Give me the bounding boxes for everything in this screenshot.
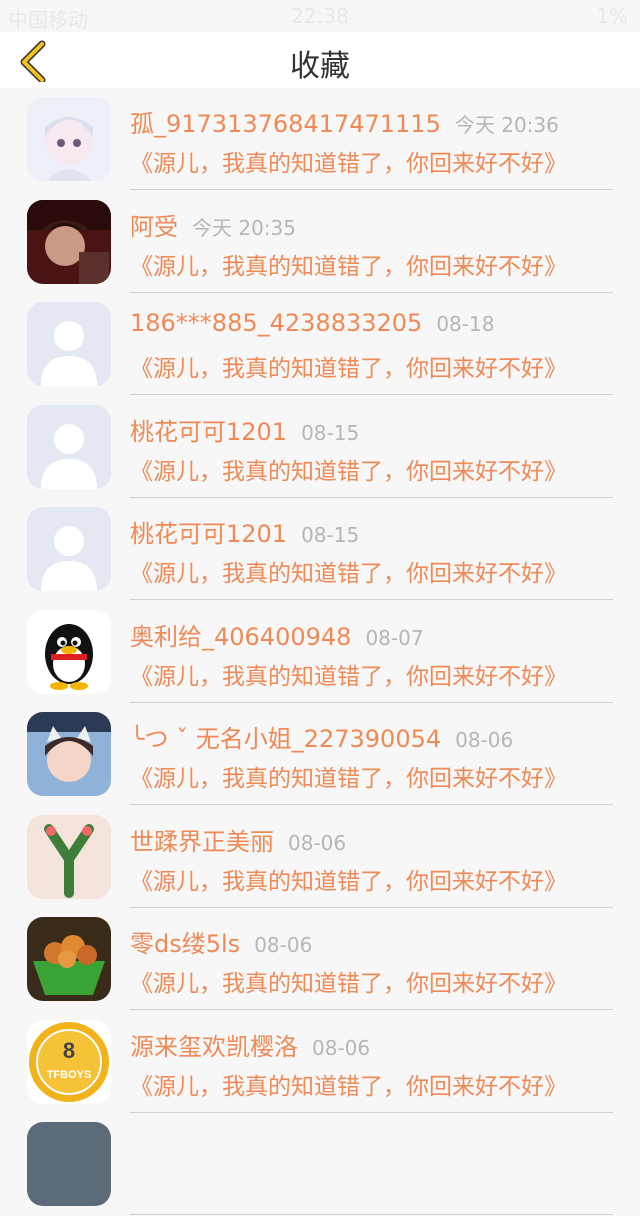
list-item-header: 桃花可可1201 08-15	[130, 412, 359, 447]
list-item-info: 零ds缕5ls 08-06 《源儿，我真的知道错了，你回来好不好》	[130, 908, 613, 1010]
status-time: 22:38	[291, 4, 349, 28]
list-item-header: 阿受 今天 20:35	[130, 207, 296, 242]
story-title[interactable]: 《源儿，我真的知道错了，你回来好不好》	[130, 657, 567, 691]
food-bowl-avatar[interactable]	[27, 917, 111, 1001]
timestamp: 08-15	[301, 523, 360, 547]
story-title[interactable]: 《源儿，我真的知道错了，你回来好不好》	[130, 144, 567, 178]
letter-y-avatar[interactable]	[27, 814, 111, 899]
story-title[interactable]: 《源儿，我真的知道错了，你回来好不好》	[130, 452, 567, 486]
story-title[interactable]: 《源儿，我真的知道错了，你回来好不好》	[130, 247, 567, 281]
list-item-info: 阿受 今天 20:35 《源儿，我真的知道错了，你回来好不好》	[130, 191, 613, 293]
list-item[interactable]: 孤_917313768417471115 今天 20:36 《源儿，我真的知道错了…	[0, 88, 640, 191]
list-item-info	[130, 1113, 613, 1215]
list-item-info: 奥利给_406400948 08-07 《源儿，我真的知道错了，你回来好不好》	[130, 601, 613, 703]
list-item-header: 孤_917313768417471115 今天 20:36	[130, 104, 559, 139]
list-item-info: 孤_917313768417471115 今天 20:36 《源儿，我真的知道错了…	[130, 88, 613, 190]
timestamp: 08-18	[436, 312, 495, 336]
cat-ear-boy-avatar[interactable]	[27, 712, 111, 796]
timestamp: 08-06	[254, 933, 313, 957]
user-name[interactable]: 源来玺欢凯樱洛	[130, 1033, 298, 1061]
list-item[interactable]	[0, 1113, 640, 1216]
list-item-header: ╰つ ˇ 无名小姐_227390054 08-06	[130, 719, 513, 754]
svg-text:TFBOYS: TFBOYS	[47, 1069, 92, 1081]
tfboys-badge-avatar[interactable]: 8 TFBOYS	[27, 1019, 111, 1104]
timestamp: 今天 20:36	[454, 113, 559, 137]
list-item[interactable]: 桃花可可1201 08-15 《源儿，我真的知道错了，你回来好不好》	[0, 396, 640, 499]
default-person-avatar[interactable]	[27, 404, 111, 489]
list-item-info: ╰つ ˇ 无名小姐_227390054 08-06 《源儿，我真的知道错了，你回来…	[130, 703, 613, 805]
anime-girl-avatar[interactable]	[27, 97, 111, 181]
timestamp: 08-06	[455, 728, 514, 752]
list-item-info: 桃花可可1201 08-15 《源儿，我真的知道错了，你回来好不好》	[130, 396, 613, 498]
list-item-header: 世蹂界正美丽 08-06	[130, 822, 346, 857]
list-item[interactable]: 186***885_4238833205 08-18 《源儿，我真的知道错了，你回…	[0, 293, 640, 396]
user-name[interactable]: 阿受	[130, 213, 178, 241]
list-item[interactable]: 阿受 今天 20:35 《源儿，我真的知道错了，你回来好不好》	[0, 191, 640, 294]
list-item-header	[130, 1129, 144, 1157]
list-item[interactable]: 8 TFBOYS 源来玺欢凯樱洛 08-06 《源儿，我真的知道错了，你回来好不好…	[0, 1011, 640, 1114]
user-name[interactable]: 奥利给_406400948	[130, 623, 351, 651]
default-person-avatar[interactable]	[27, 302, 111, 386]
page-title: 收藏	[290, 49, 350, 84]
timestamp: 08-15	[301, 420, 360, 445]
list-item[interactable]: 零ds缕5ls 08-06 《源儿，我真的知道错了，你回来好不好》	[0, 908, 640, 1011]
story-title[interactable]: 《源儿，我真的知道错了，你回来好不好》	[130, 759, 567, 793]
list-item[interactable]: 世蹂界正美丽 08-06 《源儿，我真的知道错了，你回来好不好》	[0, 806, 640, 909]
list-item-info: 桃花可可1201 08-15 《源儿，我真的知道错了，你回来好不好》	[130, 498, 613, 600]
list-item-header: 源来玺欢凯樱洛 08-06	[130, 1027, 370, 1062]
user-name[interactable]: 零ds缕5ls	[130, 930, 240, 958]
list-item[interactable]: 奥利给_406400948 08-07 《源儿，我真的知道错了，你回来好不好》	[0, 601, 640, 704]
list-item-header: 桃花可可1201 08-15	[130, 514, 359, 549]
user-name[interactable]: 桃花可可1201	[130, 418, 287, 446]
favorites-list: 孤_917313768417471115 今天 20:36 《源儿，我真的知道错了…	[0, 88, 640, 1216]
list-item-header: 186***885_4238833205 08-18	[130, 309, 494, 337]
user-name[interactable]: 孤_917313768417471115	[130, 110, 441, 138]
partial-avatar[interactable]	[27, 1122, 111, 1206]
timestamp: 今天 20:35	[192, 215, 296, 240]
default-person-avatar[interactable]	[27, 507, 111, 591]
user-name[interactable]: 桃花可可1201	[130, 520, 287, 548]
story-title[interactable]: 《源儿，我真的知道错了，你回来好不好》	[130, 1067, 567, 1101]
story-title[interactable]: 《源儿，我真的知道错了，你回来好不好》	[130, 349, 567, 383]
list-item[interactable]: ╰つ ˇ 无名小姐_227390054 08-06 《源儿，我真的知道错了，你回来…	[0, 703, 640, 806]
back-button[interactable]	[12, 38, 56, 84]
user-name[interactable]: 世蹂界正美丽	[130, 828, 274, 856]
chevron-left-icon	[20, 40, 46, 84]
list-item-header: 零ds缕5ls 08-06	[130, 924, 312, 959]
timestamp: 08-07	[365, 625, 424, 650]
status-bar: 中国移动 22:38 1%	[0, 0, 640, 32]
story-title[interactable]: 《源儿，我真的知道错了，你回来好不好》	[130, 554, 567, 588]
svg-text:8: 8	[63, 1038, 75, 1063]
list-item-header: 奥利给_406400948 08-07	[130, 617, 424, 652]
story-title[interactable]: 《源儿，我真的知道错了，你回来好不好》	[130, 862, 567, 896]
boy-photo-avatar[interactable]	[27, 199, 111, 284]
list-item[interactable]: 桃花可可1201 08-15 《源儿，我真的知道错了，你回来好不好》	[0, 498, 640, 601]
list-item-info: 源来玺欢凯樱洛 08-06 《源儿，我真的知道错了，你回来好不好》	[130, 1011, 613, 1113]
list-item-info: 世蹂界正美丽 08-06 《源儿，我真的知道错了，你回来好不好》	[130, 806, 613, 908]
story-title[interactable]: 《源儿，我真的知道错了，你回来好不好》	[130, 964, 567, 998]
list-item-info: 186***885_4238833205 08-18 《源儿，我真的知道错了，你回…	[130, 293, 613, 395]
penguin-avatar[interactable]	[27, 609, 111, 694]
timestamp: 08-06	[288, 830, 347, 855]
user-name[interactable]: 186***885_4238833205	[130, 309, 422, 337]
user-name[interactable]: ╰つ ˇ 无名小姐_227390054	[130, 725, 441, 753]
battery-label: 1%	[596, 4, 628, 28]
timestamp: 08-06	[312, 1035, 371, 1060]
nav-bar: 收藏	[0, 32, 640, 88]
